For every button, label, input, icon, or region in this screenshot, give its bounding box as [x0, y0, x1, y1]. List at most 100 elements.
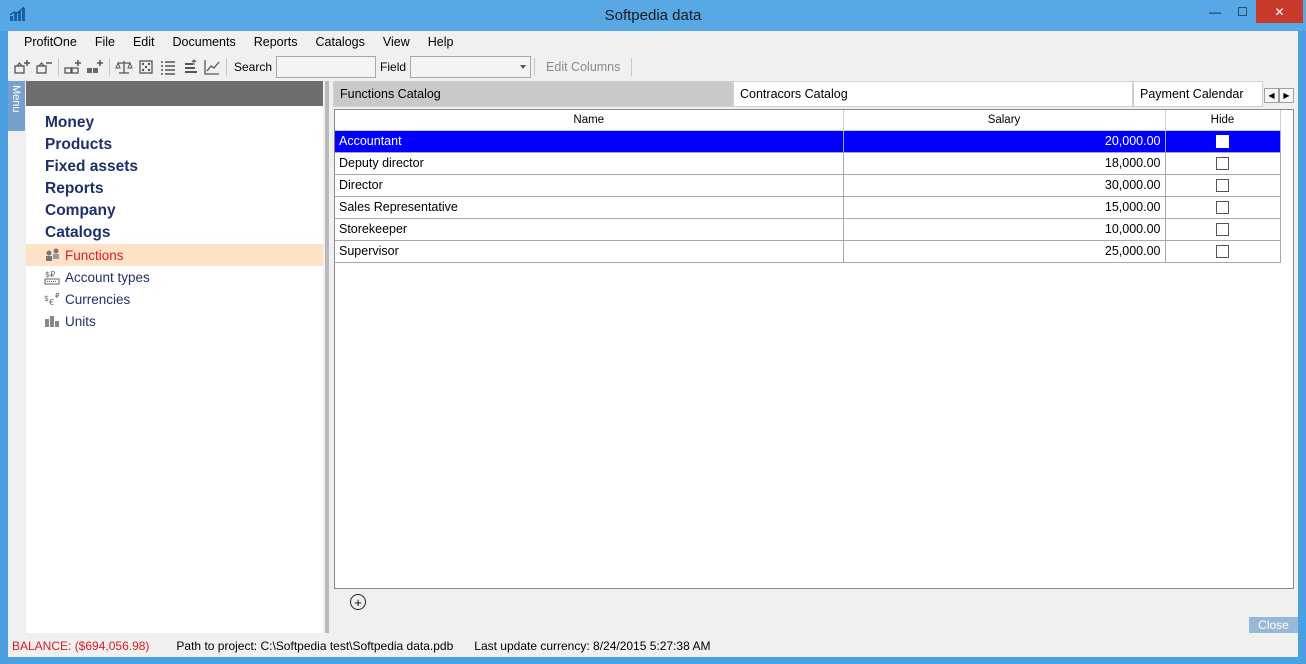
nav-catalogs[interactable]: Catalogs: [26, 222, 323, 244]
menu-reports[interactable]: Reports: [245, 31, 307, 53]
project-path-status: Path to project: C:\Softpedia test\Softp…: [176, 639, 454, 653]
close-window-button[interactable]: ✕: [1256, 0, 1303, 23]
cell-name[interactable]: Storekeeper: [335, 218, 844, 241]
cell-name[interactable]: Sales Representative: [335, 196, 844, 219]
nav-item-account-types-label: Account types: [65, 269, 150, 285]
hide-checkbox[interactable]: [1216, 201, 1229, 215]
maximize-button[interactable]: ☐: [1229, 0, 1256, 23]
tab-payment-calendar[interactable]: Payment Calendar: [1133, 81, 1263, 107]
transfer-icon[interactable]: [62, 56, 84, 78]
edit-columns-button[interactable]: Edit Columns: [538, 60, 628, 74]
tab-strip: Functions Catalog Contracors Catalog Pay…: [330, 81, 1298, 107]
cell-hide: [1165, 152, 1281, 175]
toolbar: Search Field Edit Columns: [8, 54, 1298, 80]
field-select[interactable]: [410, 56, 532, 78]
table-row[interactable]: Supervisor 25,000.00: [335, 240, 1281, 263]
cell-salary[interactable]: 10,000.00: [843, 218, 1166, 241]
functions-table: Name Salary Hide Accountant 20,000.00 De…: [335, 110, 1281, 263]
dice-icon[interactable]: [135, 56, 157, 78]
toolbar-separator: [109, 58, 110, 76]
menu-edit[interactable]: Edit: [124, 31, 164, 53]
hide-checkbox[interactable]: [1216, 245, 1229, 259]
table-header-row: Name Salary Hide: [335, 110, 1281, 131]
nav-item-account-types[interactable]: $₽ Account types: [26, 266, 323, 288]
tab-scroll-left-icon[interactable]: ◀: [1264, 88, 1279, 103]
tab-functions-catalog[interactable]: Functions Catalog: [333, 81, 733, 107]
minimize-button[interactable]: —: [1201, 0, 1229, 23]
add-income-icon[interactable]: [11, 56, 33, 78]
nav-fixed-assets[interactable]: Fixed assets: [26, 156, 323, 178]
table-row[interactable]: Deputy director 18,000.00: [335, 152, 1281, 175]
nav-money[interactable]: Money: [26, 112, 323, 134]
search-input[interactable]: [276, 56, 377, 78]
toolbar-separator: [226, 58, 227, 76]
table-row[interactable]: Accountant 20,000.00: [335, 130, 1281, 153]
add-multiple-icon[interactable]: [84, 56, 106, 78]
cell-salary[interactable]: 18,000.00: [843, 152, 1166, 175]
menu-profitone[interactable]: ProfitOne: [15, 31, 86, 53]
window-title: Softpedia data: [604, 7, 702, 24]
cell-salary[interactable]: 25,000.00: [843, 240, 1166, 263]
last-update-status: Last update currency: 8/24/2015 5:27:38 …: [474, 639, 711, 653]
nav-company[interactable]: Company: [26, 200, 323, 222]
field-label: Field: [380, 60, 407, 74]
column-header-salary[interactable]: Salary: [843, 110, 1166, 131]
cell-name[interactable]: Supervisor: [335, 240, 844, 263]
main-window: ProfitOne File Edit Documents Reports Ca…: [8, 31, 1298, 657]
functions-icon: [44, 247, 62, 263]
svg-text:₽: ₽: [55, 292, 60, 300]
table-row[interactable]: Sales Representative 15,000.00: [335, 196, 1281, 219]
cell-salary[interactable]: 30,000.00: [843, 174, 1166, 197]
cell-salary[interactable]: 15,000.00: [843, 196, 1166, 219]
cell-hide: [1165, 174, 1281, 197]
currencies-icon: $ € ₽: [44, 291, 62, 307]
nav-reports[interactable]: Reports: [26, 178, 323, 200]
hide-checkbox[interactable]: [1216, 179, 1229, 193]
column-header-name[interactable]: Name: [335, 110, 844, 131]
nav-item-functions[interactable]: Functions: [26, 244, 323, 266]
balance-status: BALANCE: ($694,056.98): [12, 639, 150, 653]
table-row[interactable]: Director 30,000.00: [335, 174, 1281, 197]
menu-file[interactable]: File: [86, 31, 124, 53]
close-tab-button[interactable]: Close: [1249, 617, 1298, 633]
nav-item-units-label: Units: [65, 313, 96, 329]
nav-products[interactable]: Products: [26, 134, 323, 156]
cell-name[interactable]: Director: [335, 174, 844, 197]
cell-salary[interactable]: 20,000.00: [843, 130, 1166, 153]
account-types-icon: $₽: [44, 269, 62, 285]
line-chart-icon[interactable]: [201, 56, 223, 78]
tab-contracors-catalog[interactable]: Contracors Catalog: [733, 81, 1133, 107]
cell-name[interactable]: Deputy director: [335, 152, 844, 175]
table-row[interactable]: Storekeeper 10,000.00: [335, 218, 1281, 241]
panel-splitter[interactable]: [325, 81, 329, 633]
tab-scroll-right-icon[interactable]: ▶: [1279, 88, 1294, 103]
menu-help[interactable]: Help: [419, 31, 463, 53]
menu-strip-toggle[interactable]: Menu: [8, 81, 25, 131]
toolbar-separator: [534, 58, 536, 76]
add-expense-icon[interactable]: [33, 56, 55, 78]
balance-scale-icon[interactable]: [113, 56, 135, 78]
menu-bar: ProfitOne File Edit Documents Reports Ca…: [8, 31, 1298, 53]
menu-view[interactable]: View: [374, 31, 419, 53]
hide-checkbox[interactable]: [1216, 135, 1229, 149]
menu-strip-label: Menu: [10, 85, 22, 113]
toolbar-separator: [631, 58, 633, 76]
menu-catalogs[interactable]: Catalogs: [307, 31, 374, 53]
hide-checkbox[interactable]: [1216, 157, 1229, 171]
cell-hide: [1165, 196, 1281, 219]
nav-item-currencies[interactable]: $ € ₽ Currencies: [26, 288, 323, 310]
stacked-list-icon[interactable]: [179, 56, 201, 78]
nav-item-units[interactable]: Units: [26, 310, 323, 332]
navigation-panel: Money Products Fixed assets Reports Comp…: [26, 81, 323, 633]
list-icon[interactable]: [157, 56, 179, 78]
svg-text:$₽: $₽: [45, 270, 55, 279]
nav-item-currencies-label: Currencies: [65, 291, 131, 307]
status-bar: BALANCE: ($694,056.98) Path to project: …: [8, 635, 1298, 657]
cell-name[interactable]: Accountant: [335, 130, 844, 153]
cell-hide: [1165, 130, 1281, 153]
add-row-icon[interactable]: +: [350, 594, 366, 610]
column-header-hide[interactable]: Hide: [1165, 110, 1281, 131]
hide-checkbox[interactable]: [1216, 223, 1229, 237]
search-label: Search: [234, 60, 273, 74]
menu-documents[interactable]: Documents: [164, 31, 245, 53]
